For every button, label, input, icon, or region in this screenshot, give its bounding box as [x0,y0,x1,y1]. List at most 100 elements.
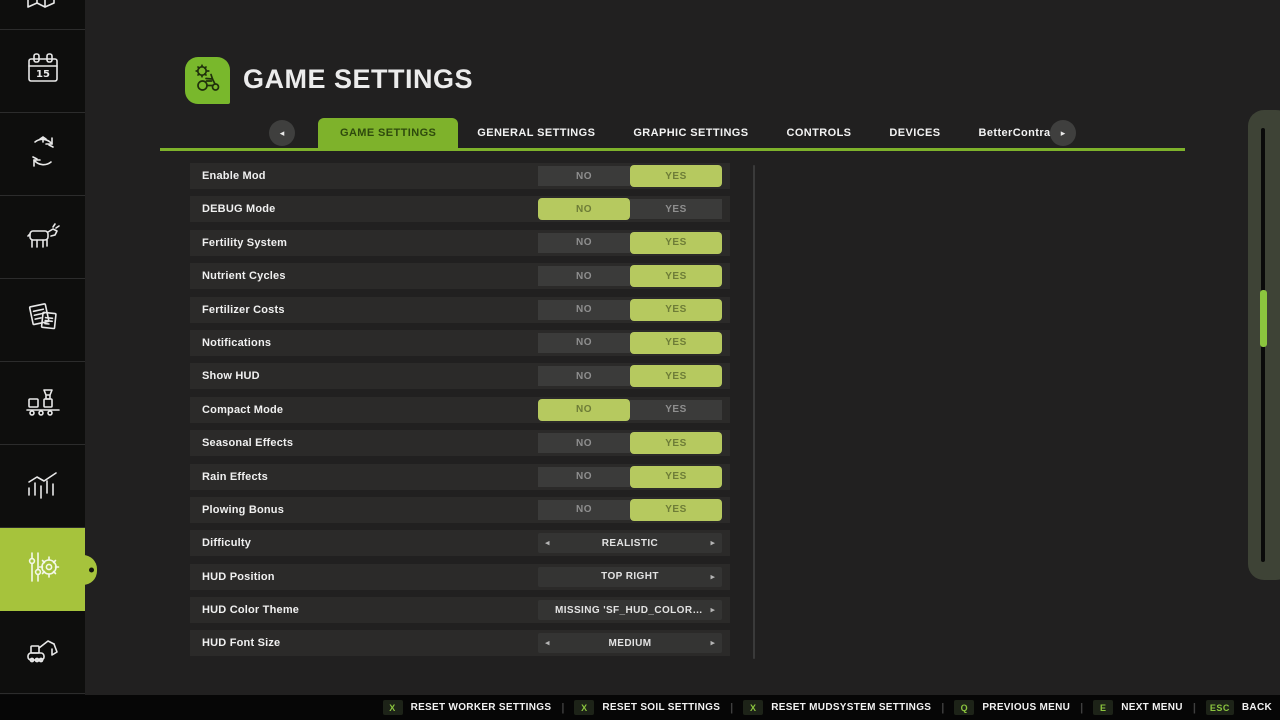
toggle-yes-button[interactable]: YES [630,299,722,321]
setting-label: Enable Mod [202,170,266,182]
sidebar-item-statistics[interactable] [0,445,85,528]
tab-general-settings[interactable]: GENERAL SETTINGS [477,118,595,148]
crop-rotation-icon [22,131,64,178]
toggle-no-button[interactable]: NO [538,266,630,286]
hotkey-reset-mudsystem-settings[interactable]: XRESET MUDSYSTEM SETTINGS [743,700,931,715]
select-box[interactable]: ◂MEDIUM▸ [538,633,722,653]
toggle-no-button[interactable]: NO [538,467,630,487]
page-icon-badge [185,57,230,104]
hotkey-reset-soil-settings[interactable]: X RESET SOIL SETTINGS [574,700,720,715]
setting-row-hud-color-theme: HUD Color Theme MISSING 'SF_HUD_COLOR_1' … [190,597,730,623]
setting-label: HUD Color Theme [202,604,299,616]
select-box[interactable]: MISSING 'SF_HUD_COLOR_1' L.. ▸ [538,600,722,620]
tab-controls[interactable]: CONTROLS [787,118,852,148]
toggle-yes-button[interactable]: YES [630,499,722,521]
scrollbar-thumb[interactable] [1260,290,1267,347]
select-box[interactable]: ◂REALISTIC▸ [538,533,722,553]
setting-row-seasonal-effects: Seasonal EffectsNOYES [190,430,730,456]
setting-label: Plowing Bonus [202,504,284,516]
list-scrollbar[interactable] [753,165,755,659]
contracts-icon [22,297,64,344]
statistics-icon [22,463,64,510]
select-next-arrow-icon[interactable]: ▸ [710,638,715,649]
select-value: MISSING 'SF_HUD_COLOR_1' L.. [555,605,705,616]
select-next-arrow-icon[interactable]: ▸ [710,605,715,616]
chevron-right-icon: ▸ [1061,128,1066,139]
key-badge: X [574,700,594,715]
active-item-notch [83,555,97,585]
setting-row-debug-mode: DEBUG ModeNOYES [190,196,730,222]
toggle-no-button[interactable]: NO [538,233,630,253]
setting-label: Fertility System [202,237,287,249]
select-next-arrow-icon[interactable]: ▸ [710,538,715,549]
hotkey-label: RESET SOIL SETTINGS [602,702,720,713]
toggle-control: NOYES [538,467,722,487]
toggle-yes-button[interactable]: YES [630,332,722,354]
setting-row-fertilizer-costs: Fertilizer Costs NOYES [190,297,730,323]
toggle-no-button[interactable]: NO [538,366,630,386]
excavator-icon [22,629,64,676]
toggle-no-button[interactable]: NO [538,500,630,520]
select-control: TOP RIGHT ▸ [538,567,722,587]
key-badge: X [383,700,403,715]
tabs-prev-button[interactable]: ◂ [269,120,295,146]
tab-devices[interactable]: DEVICES [889,118,940,148]
toggle-no-button[interactable]: NO [538,300,630,320]
sidebar-item-map[interactable] [0,0,85,30]
toggle-yes-button[interactable]: YES [630,199,722,219]
hotkey-back[interactable]: ESCBACK [1206,700,1272,715]
key-badge: E [1093,700,1113,715]
toggle-control: NOYES [538,366,722,386]
sidebar-item-crop-rotation[interactable] [0,113,85,196]
toggle-control: NOYES [538,333,722,353]
hotkey-label: RESET MUDSYSTEM SETTINGS [771,702,931,713]
toggle-control: NOYES [538,266,722,286]
toggle-yes-button[interactable]: YES [630,365,722,387]
setting-row-enable-mod: Enable Mod NOYES [190,163,730,189]
select-box[interactable]: TOP RIGHT ▸ [538,567,722,587]
select-control: ◂REALISTIC▸ [538,533,722,553]
settings-list: Enable ModNOYESDEBUG ModeNOYESFertility … [190,163,730,664]
sidebar-item-construction[interactable] [0,611,85,694]
toggle-yes-button[interactable]: YES [630,232,722,254]
select-prev-arrow-icon[interactable]: ◂ [545,638,550,649]
hotkey-next-menu[interactable]: E NEXT MENU [1093,700,1183,715]
key-badge: ESC [1206,700,1234,715]
toggle-yes-button[interactable]: YES [630,165,722,187]
toggle-yes-button[interactable]: YES [630,466,722,488]
sidebar-item-production[interactable] [0,362,85,445]
setting-label: Fertilizer Costs [202,304,285,316]
toggle-no-button[interactable]: NO [538,433,630,453]
toggle-control: NOYES [538,300,722,320]
setting-label: Difficulty [202,537,251,549]
calendar-icon: 15 [22,48,64,95]
toggle-control: NOYES [538,233,722,253]
toggle-control: NOYES [538,500,722,520]
sidebar-item-animals[interactable] [0,196,85,279]
toggle-no-button[interactable]: NO [538,166,630,186]
select-next-arrow-icon[interactable]: ▸ [710,571,715,582]
select-prev-arrow-icon[interactable]: ◂ [545,538,550,549]
setting-row-plowing-bonus: Plowing Bonus NOYES [190,497,730,523]
sidebar-item-contracts[interactable] [0,279,85,362]
toggle-no-button[interactable]: NO [538,333,630,353]
sidebar-item-settings[interactable] [0,528,85,611]
toggle-yes-button[interactable]: YES [630,400,722,420]
tabs-next-button[interactable]: ▸ [1050,120,1076,146]
hotkey-label: NEXT MENU [1121,702,1183,713]
sidebar-item-calendar[interactable]: 15 [0,30,85,113]
game-settings-screen: { "colors": { "accent_green": "#7eb22b",… [0,0,1280,720]
toggle-no-button[interactable]: NO [538,198,630,220]
hotkey-previous-menu[interactable]: QPREVIOUS MENU [954,700,1070,715]
select-value: TOP RIGHT [601,571,659,582]
chevron-left-icon: ◂ [280,128,285,139]
toggle-yes-button[interactable]: YES [630,265,722,287]
tab-game-settings[interactable]: GAME SETTINGS [318,118,458,148]
setting-label: HUD Position [202,571,275,583]
toggle-no-button[interactable]: NO [538,399,630,421]
page-scrollbar[interactable] [1248,110,1280,580]
toggle-yes-button[interactable]: YES [630,432,722,454]
hotkey-reset-worker-settings[interactable]: XRESET WORKER SETTINGS [383,700,552,715]
tab-graphic-settings[interactable]: GRAPHIC SETTINGS [633,118,748,148]
svg-text:15: 15 [36,69,50,80]
